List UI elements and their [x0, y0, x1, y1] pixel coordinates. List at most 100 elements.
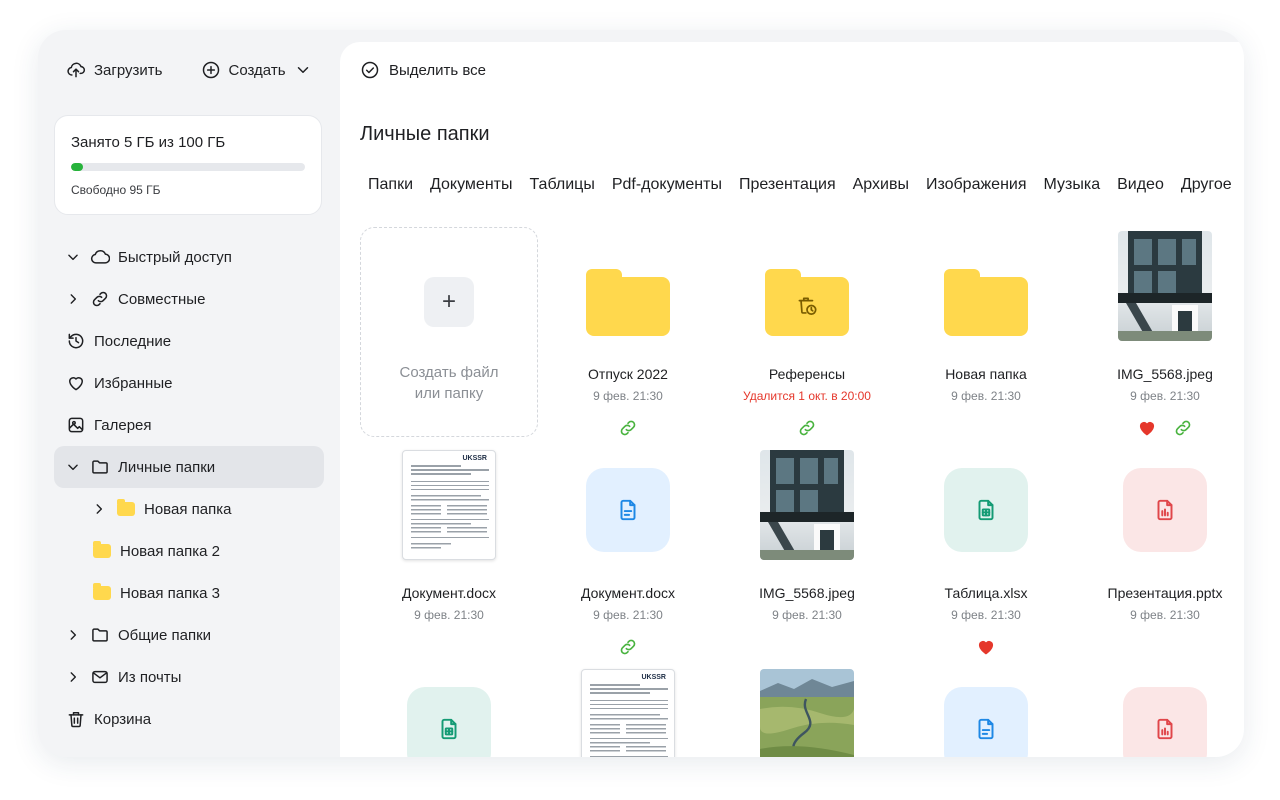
file-tile[interactable] [718, 665, 896, 757]
file-tile[interactable]: UKSSR [360, 446, 538, 656]
link-icon[interactable] [1173, 418, 1193, 438]
chevron-down-icon[interactable] [66, 250, 80, 264]
trash-icon [66, 709, 86, 729]
storage-used-text: Занято 5 ГБ из 100 ГБ [71, 134, 226, 151]
xlsx-file-icon [407, 687, 491, 757]
chevron-right-icon[interactable] [66, 628, 80, 642]
chevron-down-icon[interactable] [66, 460, 80, 474]
file-name: Референсы [768, 366, 846, 382]
cloud-upload-icon [67, 62, 85, 78]
create-tile-text: Создать файл или папку [361, 362, 537, 404]
upload-button[interactable]: Загрузить [66, 60, 163, 80]
folder-filled-icon [92, 541, 112, 561]
sidebar-item-shared-folders[interactable]: Общие папки [54, 614, 324, 656]
cloud-icon [90, 247, 110, 267]
file-tile[interactable]: Отпуск 2022 9 фев. 21:30 [539, 227, 717, 437]
storage-free-text: Свободно 95 ГБ [71, 183, 161, 197]
file-tile[interactable]: Референсы Удалится 1 окт. в 20:00 [718, 227, 896, 437]
plus-circle-icon [202, 61, 219, 79]
file-name: Презентация.pptx [1107, 585, 1223, 601]
sidebar-item-new-folder-2[interactable]: Новая папка 2 [54, 530, 324, 572]
sidebar-item-label: Быстрый доступ [118, 248, 232, 266]
file-tile[interactable]: Документ.docx 9 фев. 21:30 [539, 446, 717, 656]
chevron-down-icon [297, 67, 308, 73]
sidebar-item-label: Из почты [118, 668, 182, 686]
sidebar-item-gallery[interactable]: Галерея [54, 404, 324, 446]
folder-icon [90, 625, 110, 645]
file-name: IMG_5568.jpeg [1117, 366, 1213, 382]
file-tile[interactable]: IMG_5568.jpeg 9 фев. 21:30 [1076, 227, 1244, 437]
document-thumbnail: UKSSR [402, 450, 496, 560]
sidebar-item-label: Личные папки [118, 458, 216, 476]
pptx-file-icon [1123, 687, 1207, 757]
create-file-or-folder-tile[interactable]: + Создать файл или папку [360, 227, 538, 437]
sidebar-item-label: Новая папка [144, 500, 232, 518]
sidebar-item-new-folder-3[interactable]: Новая папка 3 [54, 572, 324, 614]
chevron-right-icon[interactable] [66, 292, 80, 306]
file-name: Документ.docx [401, 585, 496, 601]
link-icon [90, 289, 110, 309]
file-name: Таблица.xlsx [944, 585, 1028, 601]
file-tile[interactable]: UKSSR [539, 665, 717, 757]
chevron-right-icon[interactable] [92, 502, 106, 516]
chevron-right-icon[interactable] [66, 670, 80, 684]
plus-icon: + [424, 277, 474, 327]
folder-filled-icon [116, 499, 136, 519]
sidebar-item-label: Корзина [94, 710, 152, 728]
file-tile[interactable] [1076, 665, 1244, 757]
image-thumbnail [760, 450, 854, 560]
file-date: 9 фев. 21:30 [1130, 608, 1200, 622]
file-badges [1076, 418, 1244, 438]
file-badges [897, 637, 1075, 657]
heart-filled-icon[interactable] [1137, 418, 1157, 438]
sidebar-item-label: Галерея [94, 416, 152, 434]
sidebar-item-favorites[interactable]: Избранные [54, 362, 324, 404]
gallery-icon [66, 415, 86, 435]
landscape-thumbnail [760, 669, 854, 757]
sidebar-item-from-mail[interactable]: Из почты [54, 656, 324, 698]
sidebar-item-label: Новая папка 2 [120, 542, 220, 560]
file-deletion-date: Удалится 1 окт. в 20:00 [743, 389, 871, 403]
sidebar-actions: Загрузить Создать [66, 60, 312, 80]
file-name: Новая папка [945, 366, 1027, 382]
file-tile[interactable]: Таблица.xlsx 9 фев. 21:30 [897, 446, 1075, 656]
file-date: 9 фев. 21:30 [951, 389, 1021, 403]
sidebar-item-label: Последние [94, 332, 172, 350]
folder-timer-icon [765, 269, 849, 336]
file-name: Документ.docx [580, 585, 675, 601]
sidebar-item-new-folder[interactable]: Новая папка [54, 488, 324, 530]
link-icon[interactable] [618, 418, 638, 438]
file-badges [539, 637, 717, 657]
file-date: 9 фев. 21:30 [414, 608, 484, 622]
history-icon [66, 331, 86, 351]
folder-filled-icon [92, 583, 112, 603]
sidebar-item-recent[interactable]: Последние [54, 320, 324, 362]
link-icon[interactable] [618, 637, 638, 657]
main-panel: Выделить все Личные папки Папки Документ… [340, 42, 1244, 757]
link-icon[interactable] [797, 418, 817, 438]
file-tile[interactable]: IMG_5568.jpeg 9 фев. 21:30 [718, 446, 896, 656]
file-tile[interactable]: Новая папка 9 фев. 21:30 [897, 227, 1075, 437]
file-date: 9 фев. 21:30 [1130, 389, 1200, 403]
file-tile[interactable] [360, 665, 538, 757]
file-badges [539, 418, 717, 438]
file-grid: + Создать файл или папку Отпуск 2022 9 ф… [340, 42, 1244, 757]
file-date: 9 фев. 21:30 [951, 608, 1021, 622]
sidebar-item-personal-folders[interactable]: Личные папки [54, 446, 324, 488]
file-badges [718, 418, 896, 438]
sidebar-item-shared[interactable]: Совместные [54, 278, 324, 320]
heart-filled-icon[interactable] [976, 637, 996, 657]
storage-progress-bar [71, 163, 305, 171]
heart-icon [66, 373, 86, 393]
upload-label: Загрузить [94, 61, 163, 79]
sidebar-item-label: Новая папка 3 [120, 584, 220, 602]
file-tile[interactable]: Презентация.pptx 9 фев. 21:30 [1076, 446, 1244, 656]
create-button[interactable]: Создать [201, 60, 312, 80]
sidebar: Загрузить Создать Занято 5 ГБ из 100 ГБ … [38, 30, 340, 757]
file-date: 9 фев. 21:30 [772, 608, 842, 622]
file-date: 9 фев. 21:30 [593, 389, 663, 403]
sidebar-item-quick-access[interactable]: Быстрый доступ [54, 236, 324, 278]
file-tile[interactable] [897, 665, 1075, 757]
sidebar-item-trash[interactable]: Корзина [54, 698, 324, 740]
folder-icon [944, 269, 1028, 336]
